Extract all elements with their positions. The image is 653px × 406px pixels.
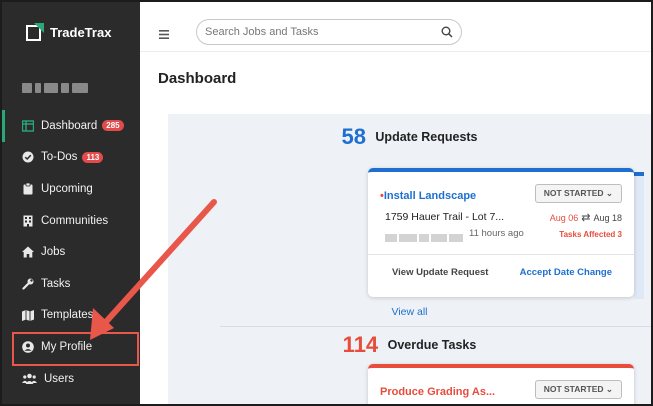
date-change: Aug 06 ⇄ Aug 18 bbox=[550, 211, 622, 224]
chevron-down-icon: ⌄ bbox=[605, 384, 613, 394]
update-requests-count: 58 bbox=[341, 124, 366, 149]
app-logo[interactable]: TradeTrax bbox=[26, 23, 111, 41]
tasks-affected: Tasks Affected 3 bbox=[559, 230, 622, 239]
old-date: Aug 06 bbox=[549, 213, 579, 223]
view-all-link[interactable]: View all bbox=[168, 306, 651, 318]
todos-count-badge: 113 bbox=[82, 151, 104, 163]
view-update-request-button[interactable]: View Update Request bbox=[392, 267, 488, 278]
job-address: 1759 Hauer Trail - Lot 7... bbox=[385, 211, 505, 223]
next-card-peek[interactable] bbox=[634, 172, 644, 299]
chevron-down-icon: ⌄ bbox=[605, 188, 613, 198]
swap-arrows-icon: ⇄ bbox=[581, 212, 591, 224]
sidebar-item-communities[interactable]: Communities bbox=[2, 205, 140, 237]
dashboard-count-badge: 285 bbox=[102, 120, 124, 132]
sidebar-item-tasks[interactable]: Tasks bbox=[2, 268, 140, 300]
sidebar-item-label: Users bbox=[44, 372, 75, 385]
sidebar-item-label: Upcoming bbox=[41, 182, 93, 195]
status-label: NOT STARTED bbox=[543, 188, 604, 198]
status-dropdown[interactable]: NOT STARTED ⌄ bbox=[534, 380, 622, 399]
sidebar-item-label: Jobs bbox=[41, 246, 66, 259]
app-name: TradeTrax bbox=[50, 24, 112, 40]
search-box[interactable] bbox=[196, 19, 462, 45]
clipboard-icon bbox=[22, 182, 34, 195]
card-task-title[interactable]: •Install Landscape bbox=[380, 190, 476, 202]
page-title: Dashboard bbox=[158, 70, 237, 87]
update-requests-header: 58 Update Requests bbox=[168, 124, 651, 150]
accept-date-change-button[interactable]: Accept Date Change bbox=[520, 267, 612, 278]
top-bar bbox=[140, 2, 651, 52]
request-time: 11 hours ago bbox=[469, 228, 524, 239]
dashboard-panel: 58 Update Requests •Install Landscape NO… bbox=[168, 114, 651, 404]
card-divider bbox=[368, 254, 634, 255]
map-icon bbox=[22, 309, 34, 321]
sidebar-item-label: Tasks bbox=[41, 277, 71, 290]
section-divider bbox=[220, 326, 651, 327]
status-dropdown[interactable]: NOT STARTED ⌄ bbox=[534, 184, 622, 203]
building-icon bbox=[22, 215, 34, 227]
user-name-blurred bbox=[22, 80, 98, 94]
overdue-tasks-header: 114 Overdue Tasks bbox=[168, 332, 651, 358]
overdue-tasks-label: Overdue Tasks bbox=[387, 338, 477, 352]
overdue-task-card[interactable]: Produce Grading As... NOT STARTED ⌄ bbox=[368, 364, 634, 404]
overdue-task-title[interactable]: Produce Grading As... bbox=[380, 386, 495, 398]
hamburger-menu-icon[interactable] bbox=[159, 26, 169, 42]
sidebar-item-users[interactable]: Users bbox=[2, 363, 140, 395]
sidebar-item-label: Templates bbox=[41, 309, 94, 322]
wrench-icon bbox=[22, 278, 34, 290]
my-profile-highlight-box bbox=[12, 332, 139, 366]
tradetrax-logo-icon bbox=[26, 23, 44, 41]
sidebar-item-label: To-Dos bbox=[41, 151, 78, 164]
search-input[interactable] bbox=[205, 26, 435, 38]
search-icon[interactable] bbox=[441, 26, 453, 38]
home-icon bbox=[22, 246, 34, 258]
sidebar-item-upcoming[interactable]: Upcoming bbox=[2, 173, 140, 205]
sidebar-item-label: Dashboard bbox=[41, 119, 98, 132]
users-icon bbox=[22, 373, 37, 385]
update-request-card[interactable]: •Install Landscape NOT STARTED ⌄ 1759 Ha… bbox=[368, 168, 634, 297]
new-date: Aug 18 bbox=[593, 213, 622, 223]
status-label: NOT STARTED bbox=[543, 384, 604, 394]
requester-name-blurred bbox=[385, 229, 465, 242]
sidebar-item-dashboard[interactable]: Dashboard 285 bbox=[2, 110, 140, 142]
app-window: TradeTrax Dashboard 285 To-Dos 113 Upcom… bbox=[0, 0, 653, 406]
update-requests-label: Update Requests bbox=[375, 130, 478, 144]
sidebar-item-templates[interactable]: Templates bbox=[2, 300, 140, 332]
sidebar: TradeTrax Dashboard 285 To-Dos 113 Upcom… bbox=[2, 2, 140, 404]
sidebar-item-label: Communities bbox=[41, 214, 109, 227]
check-circle-icon bbox=[22, 151, 34, 163]
sidebar-item-jobs[interactable]: Jobs bbox=[2, 236, 140, 268]
card-task-name: Install Landscape bbox=[383, 190, 477, 202]
sidebar-item-todos[interactable]: To-Dos 113 bbox=[2, 142, 140, 174]
main-content: Dashboard 58 Update Requests •Install La… bbox=[140, 52, 651, 404]
dashboard-icon bbox=[22, 120, 34, 132]
overdue-tasks-count: 114 bbox=[342, 332, 379, 357]
